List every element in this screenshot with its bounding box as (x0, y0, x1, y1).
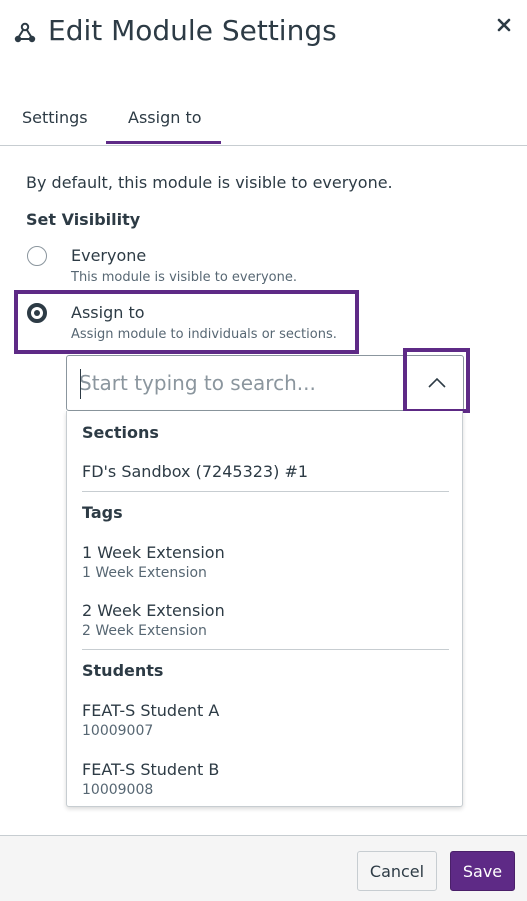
active-tab-indicator (106, 141, 221, 144)
option-student-a-id: 10009007 (82, 723, 154, 739)
option-student-a[interactable]: FEAT-S Student A (82, 701, 219, 720)
visibility-intro: By default, this module is visible to ev… (26, 173, 393, 192)
tab-assign-to[interactable]: Assign to (128, 108, 202, 127)
students-group-label: Students (82, 661, 164, 680)
option-student-b[interactable]: FEAT-S Student B (82, 760, 219, 779)
option-tag-1-week-sub: 1 Week Extension (82, 565, 207, 581)
option-tag-1-week[interactable]: 1 Week Extension (82, 543, 225, 562)
search-input[interactable] (79, 364, 399, 402)
option-section[interactable]: FD's Sandbox (7245323) #1 (82, 462, 308, 481)
option-student-b-id: 10009008 (82, 782, 154, 798)
chevron-up-icon (428, 374, 446, 388)
modal-header: Edit Module Settings (0, 0, 527, 70)
dropdown-toggle[interactable] (403, 348, 470, 413)
cancel-button[interactable]: Cancel (357, 851, 437, 891)
sections-group-label: Sections (82, 423, 159, 442)
module-icon (13, 22, 37, 46)
save-button[interactable]: Save (450, 851, 515, 891)
assignee-dropdown-list: Sections FD's Sandbox (7245323) #1 Tags … (66, 411, 463, 807)
modal-title: Edit Module Settings (48, 14, 337, 47)
option-tag-2-week-sub: 2 Week Extension (82, 623, 207, 639)
tab-settings[interactable]: Settings (22, 108, 88, 127)
modal-footer: Cancel Save (0, 835, 527, 901)
everyone-description: This module is visible to everyone. (71, 270, 297, 285)
tab-bar: Settings Assign to (0, 96, 527, 146)
tags-group-label: Tags (82, 503, 123, 522)
group-divider (82, 649, 449, 650)
assign-to-highlight-box (14, 290, 359, 354)
close-icon[interactable] (491, 12, 517, 38)
group-divider (82, 491, 449, 492)
option-tag-2-week[interactable]: 2 Week Extension (82, 601, 225, 620)
radio-everyone[interactable] (27, 246, 47, 266)
text-cursor (80, 369, 81, 399)
everyone-label[interactable]: Everyone (71, 246, 146, 265)
set-visibility-label: Set Visibility (26, 210, 141, 229)
